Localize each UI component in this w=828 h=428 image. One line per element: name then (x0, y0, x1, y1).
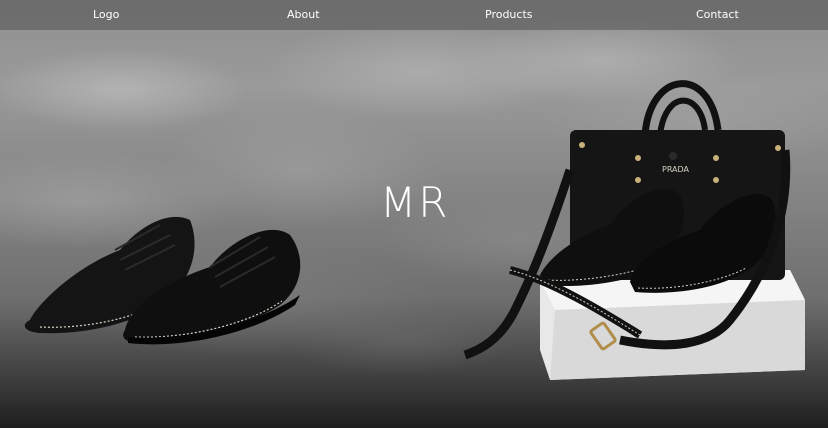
top-nav-bar: Logo About Products Contact (0, 0, 828, 30)
hero-title: MR (380, 178, 450, 227)
bag-and-shoes-icon: PRADA (463, 80, 805, 380)
nav-products-link[interactable]: Products (485, 8, 533, 21)
shoes-icon (24, 216, 301, 345)
bag-brand-label: PRADA (662, 165, 690, 174)
nav-about-link[interactable]: About (287, 8, 320, 21)
nav-logo-link[interactable]: Logo (93, 8, 119, 21)
nav-contact-link[interactable]: Contact (696, 8, 739, 21)
landing-page: Logo About Products Contact MR PRADA (0, 0, 828, 428)
